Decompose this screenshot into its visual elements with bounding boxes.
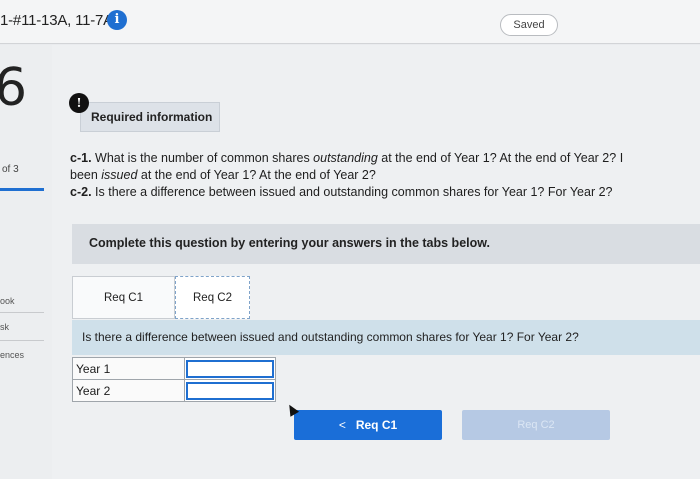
alert-icon: ! <box>69 93 89 113</box>
rail-divider <box>0 312 44 313</box>
question-count: of 3 <box>2 164 19 175</box>
rail-link-ebook[interactable]: ook <box>0 296 15 306</box>
tab-req-c1[interactable]: Req C1 <box>72 276 175 319</box>
top-bar: 1-#11-13A, 11-7A i Saved <box>0 0 700 44</box>
rail-link-ask[interactable]: sk <box>0 322 9 332</box>
saved-status-badge: Saved <box>500 14 558 36</box>
row-label-year-1: Year 1 <box>72 357 185 380</box>
year-2-answer-field[interactable] <box>185 381 274 400</box>
year-1-answer-field[interactable] <box>185 359 274 378</box>
assignment-title: 1-#11-13A, 11-7A <box>0 12 113 29</box>
question-line: c-2. Is there a difference between issue… <box>70 185 613 199</box>
question-number: 6 <box>0 58 28 118</box>
chevron-left-icon: < <box>338 418 346 432</box>
question-line: c-1. What is the number of common shares… <box>70 151 624 165</box>
table-row: Year 1 <box>72 357 276 380</box>
rail-divider <box>0 340 44 341</box>
previous-req-c1-button[interactable]: < Req C1 <box>294 410 442 440</box>
question-prompt: c-1. What is the number of common shares… <box>70 150 700 201</box>
table-row: Year 2 <box>72 379 276 402</box>
rail-link-references[interactable]: ences <box>0 350 24 360</box>
answer-cell <box>183 357 276 380</box>
row-label-year-2: Year 2 <box>72 379 185 402</box>
question-line: been issued at the end of Year 1? At the… <box>70 168 376 182</box>
instructions-banner: Complete this question by entering your … <box>72 224 700 264</box>
answer-table: Year 1 Year 2 <box>72 357 276 402</box>
info-icon[interactable]: i <box>107 10 127 30</box>
answer-cell <box>183 379 276 402</box>
question-progress-indicator <box>0 188 44 191</box>
required-information-toggle[interactable]: Required information <box>80 102 220 132</box>
previous-button-label: Req C1 <box>355 418 398 432</box>
tab-req-c2[interactable]: Req C2 <box>175 276 250 319</box>
tab-panel-prompt: Is there a difference between issued and… <box>72 320 700 355</box>
next-req-c2-button[interactable]: Req C2 <box>462 410 610 440</box>
